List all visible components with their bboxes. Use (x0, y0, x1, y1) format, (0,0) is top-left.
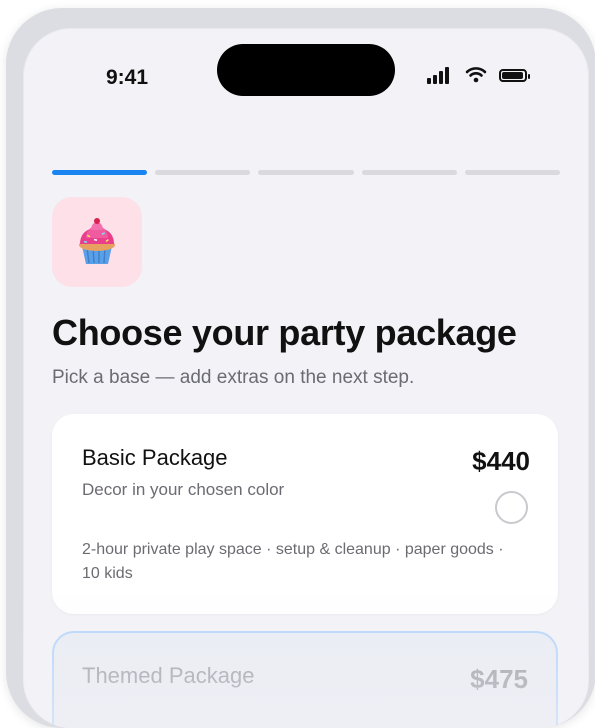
cupcake-icon-tile (52, 197, 142, 287)
progress-step-5 (464, 170, 561, 175)
package-price: $475 (470, 664, 528, 694)
progress-step-2 (155, 170, 251, 175)
package-radio-button[interactable] (495, 491, 528, 524)
progress-step-4 (361, 170, 457, 175)
progress-step-1 (52, 170, 148, 175)
battery-level (502, 72, 523, 79)
status-time: 9:41 (106, 66, 149, 89)
status-bar: 9:41 (23, 28, 589, 118)
package-description: Decor in your chosen color (82, 480, 285, 499)
package-price: $440 (472, 446, 530, 476)
cellular-signal-icon (427, 66, 453, 86)
cupcake-icon (79, 218, 115, 264)
package-name: Themed Package (82, 663, 255, 688)
phone-screen: 9:41 Choose your party package Pick a ba… (23, 28, 589, 728)
package-card-themed[interactable]: Themed Package $475 (52, 631, 558, 728)
progress-step-3 (258, 170, 354, 175)
device-bezel: 9:41 Choose your party package Pick a ba… (0, 0, 595, 728)
package-card-basic[interactable]: Basic Package $440 Decor in your chosen … (52, 414, 558, 614)
battery-icon (499, 69, 530, 82)
package-name: Basic Package (82, 445, 228, 470)
step-progress (52, 170, 561, 175)
page-title: Choose your party package (52, 312, 517, 353)
dynamic-island (217, 44, 395, 96)
wifi-icon (465, 66, 487, 86)
page-subtitle: Pick a base — add extras on the next ste… (52, 367, 415, 388)
package-details: 2-hour private play space · setup & clea… (82, 541, 504, 582)
